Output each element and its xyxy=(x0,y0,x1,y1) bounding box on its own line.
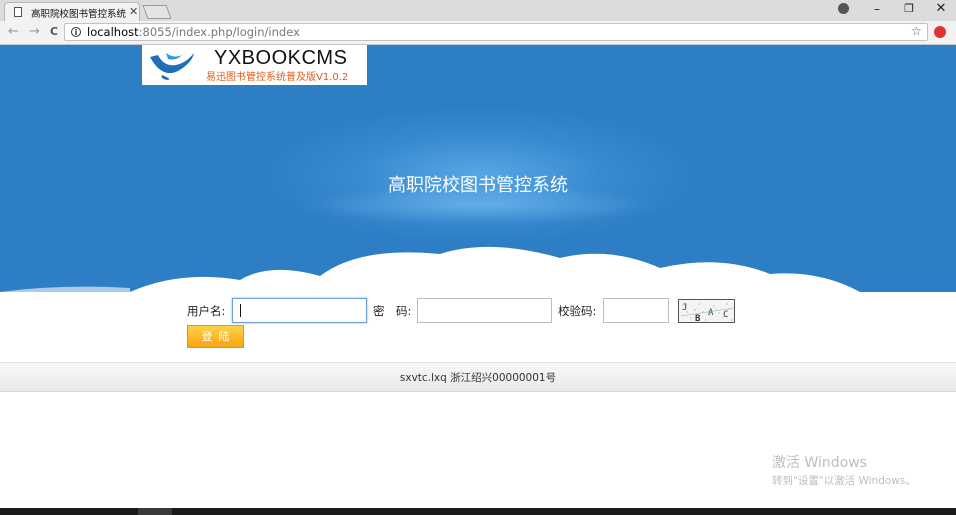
svg-text:A: A xyxy=(708,308,714,318)
back-button[interactable]: ← xyxy=(8,24,19,39)
logo-mark-icon xyxy=(150,53,194,80)
extension-icon[interactable] xyxy=(934,26,946,38)
system-title: 高职院校图书管控系统 xyxy=(388,175,568,196)
bookmark-star-icon[interactable]: ☆ xyxy=(911,24,922,38)
address-bar[interactable]: i localhost:8055/index.php/login/index ☆ xyxy=(64,23,928,41)
login-button[interactable]: 登陆 xyxy=(187,325,244,348)
captcha-image[interactable]: J B A C xyxy=(678,299,735,323)
banner: YXBOOKCMS 易迅图书管控系统普及版V1.0.2 高职院校图书管控系统 xyxy=(0,45,956,292)
svg-text:J: J xyxy=(682,303,687,313)
password-input[interactable] xyxy=(417,298,552,323)
text-caret xyxy=(240,304,241,317)
taskbar xyxy=(0,508,956,515)
profile-icon[interactable] xyxy=(838,3,849,14)
url-host: localhost xyxy=(87,25,139,39)
restore-button[interactable]: ❐ xyxy=(900,0,918,18)
browser-tab-strip: 高职院校图书管控系统 ✕ – ❐ ✕ xyxy=(0,0,956,21)
footer: sxvtc.lxq 浙江绍兴00000001号 xyxy=(0,362,956,392)
close-tab-icon[interactable]: ✕ xyxy=(129,5,138,18)
username-input[interactable] xyxy=(232,298,367,323)
minimize-button[interactable]: – xyxy=(868,0,886,18)
svg-text:C: C xyxy=(723,310,728,320)
logo-subtitle: 易迅图书管控系统普及版V1.0.2 xyxy=(206,72,349,83)
taskbar-item[interactable] xyxy=(138,508,172,515)
close-window-button[interactable]: ✕ xyxy=(932,0,950,18)
info-icon[interactable]: i xyxy=(71,27,81,37)
tab-title: 高职院校图书管控系统 xyxy=(31,9,127,20)
password-label: 密 码: xyxy=(373,304,412,318)
url-text: localhost:8055/index.php/login/index xyxy=(87,25,300,39)
logo: YXBOOKCMS 易迅图书管控系统普及版V1.0.2 xyxy=(142,45,367,85)
username-label: 用户名: xyxy=(187,304,226,318)
clouds-decoration xyxy=(0,246,860,292)
forward-button[interactable]: → xyxy=(29,24,40,39)
captcha-label: 校验码: xyxy=(558,304,597,318)
watermark-subtitle: 转到"设置"以激活 Windows。 xyxy=(772,475,916,487)
new-tab-button[interactable] xyxy=(142,5,172,19)
browser-tab[interactable]: 高职院校图书管控系统 ✕ xyxy=(4,2,140,21)
page-icon xyxy=(14,7,22,17)
reload-button[interactable]: C xyxy=(50,25,58,38)
browser-toolbar: ← → C i localhost:8055/index.php/login/i… xyxy=(0,21,956,45)
logo-name: YXBOOKCMS xyxy=(214,47,348,69)
watermark-title: 激活 Windows xyxy=(772,455,867,471)
svg-text:B: B xyxy=(695,314,701,323)
url-path: :8055/index.php/login/index xyxy=(138,25,300,39)
captcha-input[interactable] xyxy=(603,298,669,323)
captcha-noise: J B A C xyxy=(680,303,734,323)
login-form: 用户名: 密 码: 校验码: J B A C 登陆 xyxy=(0,292,956,362)
windows-activation-watermark: 激活 Windows 转到"设置"以激活 Windows。 xyxy=(772,452,916,488)
